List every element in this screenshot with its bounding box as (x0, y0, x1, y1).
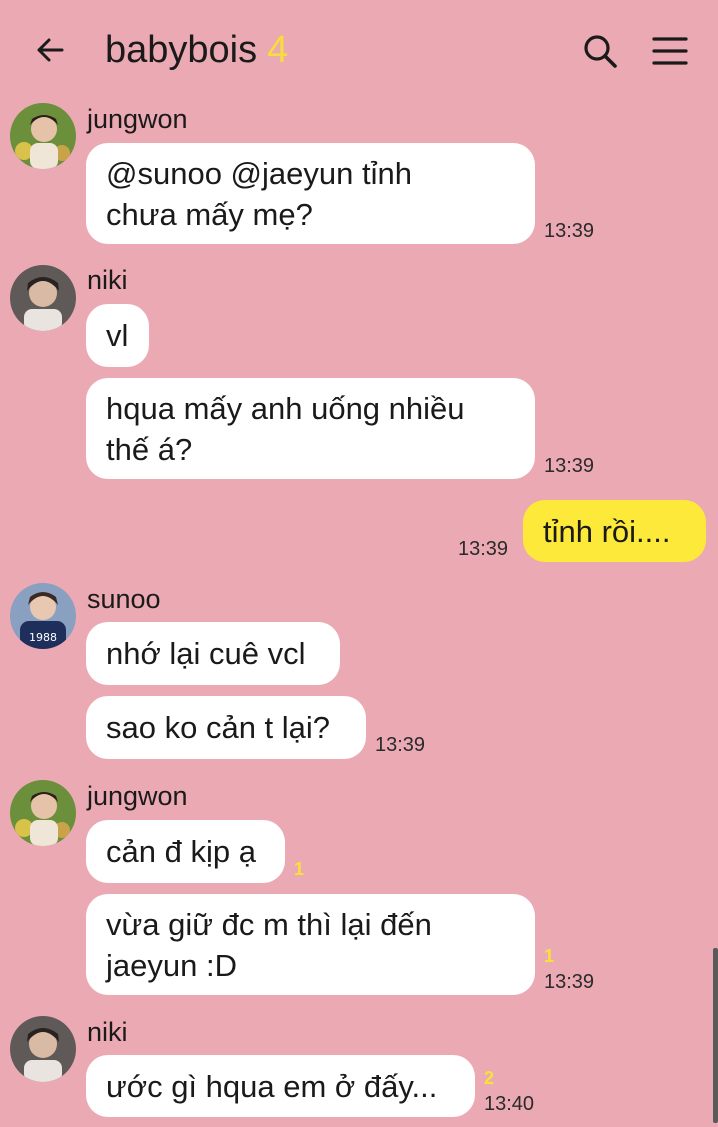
message-bubble[interactable]: vừa giữ đc m thì lại đến jaeyun :D (86, 894, 535, 995)
avatar-jungwon[interactable] (10, 103, 76, 169)
hamburger-menu-icon[interactable] (652, 35, 688, 67)
message-bubble[interactable]: ước gì hqua em ở đấy... (86, 1055, 475, 1117)
message-time: 13:39 (375, 734, 426, 756)
message-time: 13:39 (544, 971, 595, 993)
message-bubble[interactable]: nhớ lại cuê vcl (86, 622, 340, 685)
unread-count: 1 (294, 859, 305, 879)
message-text: jaeyun :D (106, 947, 237, 983)
message-time: 13:40 (484, 1093, 535, 1115)
message-text: hqua mấy anh uống nhiều (106, 390, 465, 426)
jungwon-photo-icon (10, 103, 76, 169)
message-text: nhớ lại cuê vcl (106, 636, 306, 671)
sender-name: niki (87, 1017, 128, 1047)
avatar-niki[interactable] (10, 265, 76, 331)
message-text: tỉnh rồi.... (543, 513, 671, 549)
message-text: vừa giữ đc m thì lại đến (106, 906, 432, 942)
message-bubble[interactable]: hqua mấy anh uống nhiều thế á? (86, 378, 535, 479)
svg-text:1988: 1988 (29, 631, 57, 644)
message-text: cản đ kịp ạ (106, 834, 256, 869)
niki-photo-icon (10, 1016, 76, 1082)
sunoo-photo-icon: 1988 (10, 583, 76, 649)
message-bubble[interactable]: @sunoo @jaeyun tỉnh chưa mấy mẹ? (86, 143, 535, 244)
member-count: 4 (267, 29, 289, 71)
chat-title: babybois 4 (105, 29, 288, 72)
scrollbar[interactable] (713, 948, 718, 1123)
sender-name: jungwon (87, 104, 188, 134)
search-icon[interactable] (582, 33, 618, 69)
message-time: 13:39 (458, 538, 509, 560)
avatar-sunoo[interactable]: 1988 (10, 583, 76, 649)
sender-name: niki (87, 265, 128, 295)
sender-name: sunoo (87, 584, 161, 614)
unread-count: 2 (484, 1068, 495, 1088)
message-bubble[interactable]: sao ko cản t lại? (86, 696, 366, 759)
sender-name: jungwon (87, 781, 188, 811)
message-time: 13:39 (544, 455, 595, 477)
message-time: 13:39 (544, 220, 595, 242)
message-text: ước gì hqua em ở đấy... (106, 1068, 438, 1104)
unread-count: 1 (544, 946, 555, 966)
message-text: chưa mấy mẹ? (106, 196, 313, 232)
jungwon-photo-icon (10, 780, 76, 846)
message-bubble[interactable]: cản đ kịp ạ (86, 820, 285, 883)
message-bubble[interactable]: vl (86, 304, 149, 367)
message-text: sao ko cản t lại? (106, 710, 331, 745)
chat-header: babybois 4 (0, 0, 718, 100)
avatar-jungwon[interactable] (10, 780, 76, 846)
chat-room-name: babybois (105, 29, 258, 71)
message-text: @sunoo @jaeyun tỉnh (106, 155, 412, 191)
my-message-bubble[interactable]: tỉnh rồi.... (523, 500, 706, 562)
message-text: vl (106, 318, 129, 353)
avatar-niki[interactable] (10, 1016, 76, 1082)
message-text: thế á? (106, 431, 193, 467)
niki-photo-icon (10, 265, 76, 331)
arrow-left-icon[interactable] (34, 34, 66, 66)
